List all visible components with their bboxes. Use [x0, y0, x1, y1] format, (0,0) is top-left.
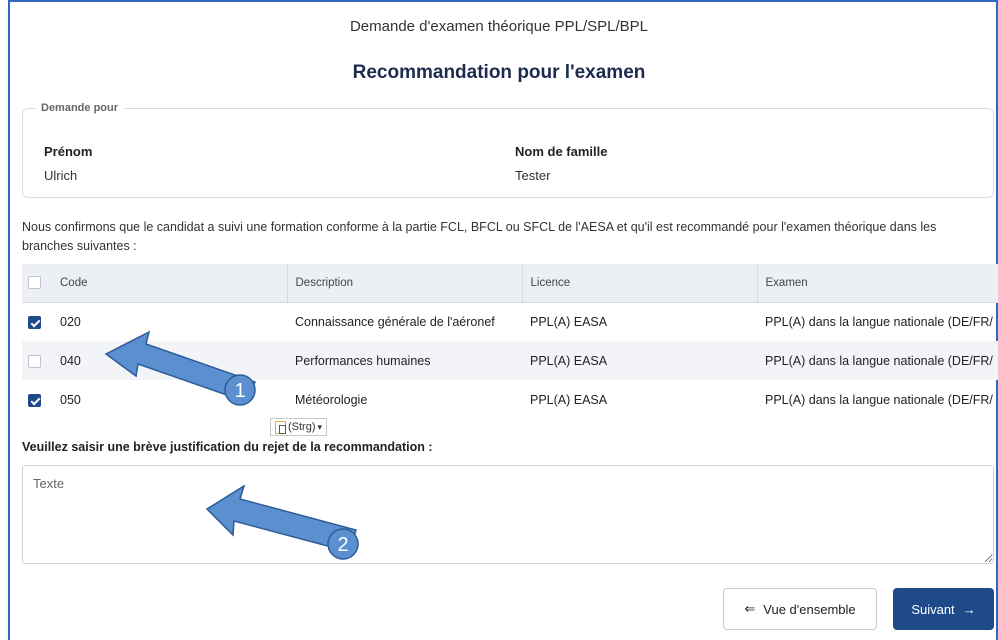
row-code: 050	[60, 392, 81, 407]
justification-textarea[interactable]	[22, 465, 994, 564]
chevron-down-icon: ▾	[317, 421, 323, 432]
confirmation-text: Nous confirmons que le candidat a suivi …	[22, 220, 937, 253]
column-header-description[interactable]: Description	[287, 264, 523, 303]
row-description: Météorologie	[295, 392, 368, 407]
page-subtitle: Demande d'examen théorique PPL/SPL/BPL	[349, 18, 649, 35]
paste-options-label: (Strg)	[288, 421, 316, 433]
row-exam: PPL(A) dans la langue nationale (DE/FR/	[757, 341, 998, 380]
exit-icon: ⇐	[744, 601, 756, 616]
page-title: Recommandation pour l'examen	[352, 62, 646, 83]
select-all-cell	[22, 264, 52, 303]
row-licence: PPL(A) EASA	[530, 314, 608, 329]
clipboard-icon	[275, 420, 286, 434]
row-checkbox[interactable]	[28, 315, 41, 329]
first-name-value: Ulrich	[44, 168, 78, 183]
last-name-label: Nom de famille	[515, 144, 608, 159]
first-name-label: Prénom	[44, 144, 93, 159]
arrow-right-icon: →	[962, 601, 976, 617]
overview-button[interactable]: ⇐ Vue d'ensemble	[723, 588, 877, 630]
next-button[interactable]: Suivant →	[893, 588, 994, 630]
row-licence: PPL(A) EASA	[530, 392, 608, 407]
paste-options-button[interactable]: (Strg) ▾	[270, 418, 328, 436]
row-checkbox[interactable]	[28, 393, 41, 407]
row-checkbox[interactable]	[28, 354, 41, 368]
request-for-legend: Demande pour	[41, 102, 119, 114]
request-for-group: Demande pour Prénom Ulrich Nom de famill…	[22, 102, 994, 198]
overview-button-label: Vue d'ensemble	[763, 601, 856, 617]
next-button-label: Suivant	[911, 601, 955, 617]
justification-label: Veuillez saisir une brève justification …	[22, 440, 433, 454]
row-exam: PPL(A) dans la langue nationale (DE/FR/	[765, 392, 993, 407]
column-header-licence[interactable]: Licence	[522, 264, 758, 303]
row-description: Performances humaines	[287, 341, 522, 380]
column-header-code[interactable]: Code	[52, 264, 288, 303]
row-licence: PPL(A) EASA	[522, 341, 757, 380]
column-header-exam[interactable]: Examen	[757, 264, 998, 303]
table-row[interactable]: 020 Connaissance générale de l'aéronef P…	[22, 302, 998, 341]
branches-table: Code Description Licence Examen 020 Conn…	[22, 264, 998, 419]
last-name-value: Tester	[515, 168, 551, 183]
row-description: Connaissance générale de l'aéronef	[295, 314, 495, 329]
table-header-row: Code Description Licence Examen	[22, 264, 998, 303]
table-row[interactable]: 050 Météorologie PPL(A) EASA PPL(A) dans…	[22, 380, 998, 419]
row-code: 020	[60, 314, 81, 329]
table-row[interactable]: 040 Performances humaines PPL(A) EASA PP…	[22, 341, 998, 380]
row-code: 040	[52, 341, 287, 380]
row-exam: PPL(A) dans la langue nationale (DE/FR/	[765, 314, 993, 329]
select-all-checkbox[interactable]	[28, 276, 41, 290]
